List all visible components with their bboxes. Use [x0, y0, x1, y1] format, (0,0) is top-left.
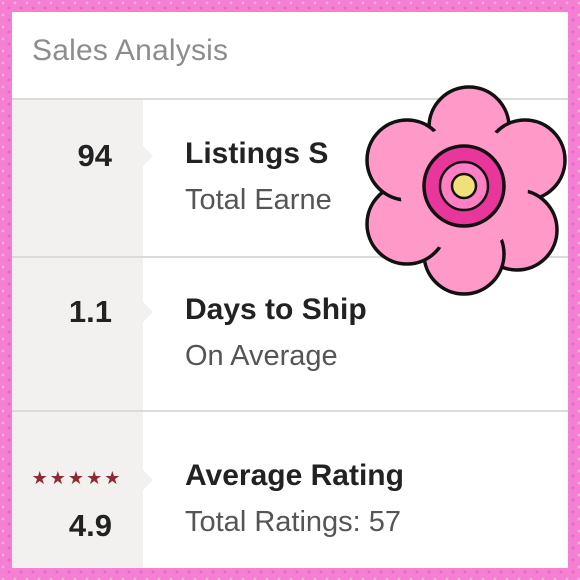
listings-sold-title: Listings S — [185, 137, 329, 170]
flower-sticker-icon — [365, 85, 567, 296]
days-to-ship-value: 1.1 — [68, 294, 112, 329]
row-pointer — [143, 470, 153, 490]
row-pointer — [143, 302, 153, 322]
average-rating-value: 4.9 — [68, 508, 112, 543]
days-to-ship-title: Days to Ship — [185, 293, 367, 326]
listings-sold-value: 94 — [77, 138, 112, 173]
sales-analysis-card: Sales Analysis 94 Listings S Total Earne… — [12, 12, 568, 568]
divider — [12, 410, 568, 412]
total-earned-label: Total Earne — [185, 184, 332, 216]
average-rating-title: Average Rating — [185, 459, 404, 492]
rating-stars-icon: ★★★★★ — [31, 468, 123, 488]
on-average-label: On Average — [185, 340, 338, 372]
row-pointer — [143, 146, 153, 166]
total-ratings-label: Total Ratings: 57 — [185, 506, 402, 538]
page-title: Sales Analysis — [32, 34, 229, 67]
